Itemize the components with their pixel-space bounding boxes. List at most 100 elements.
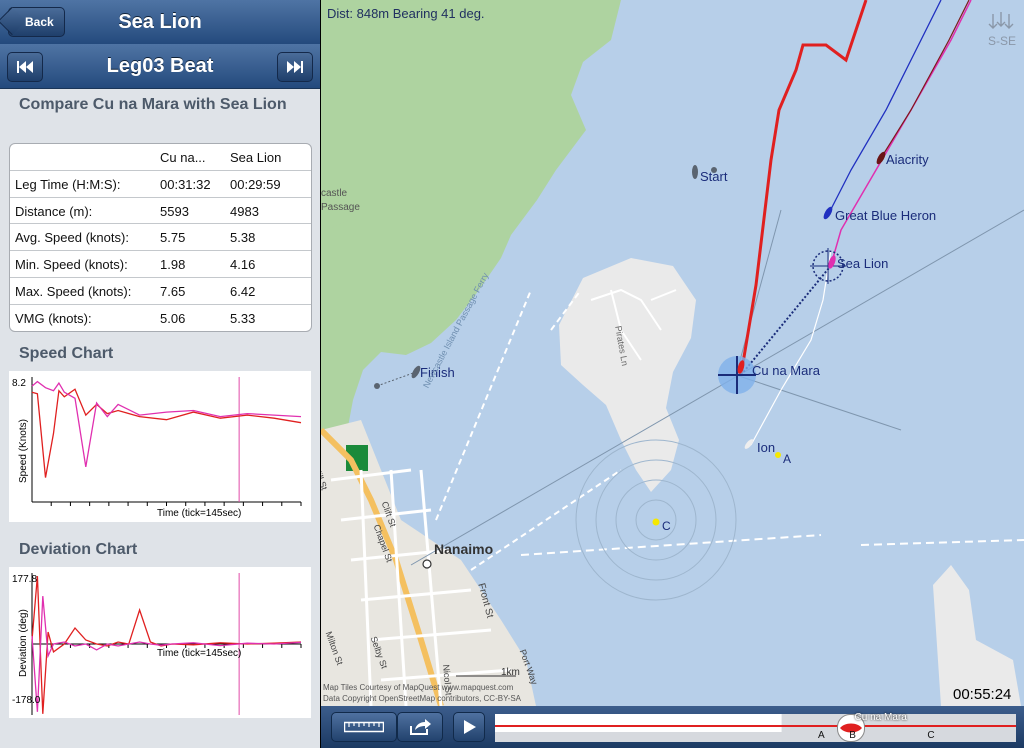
ferry-route: [520, 534, 822, 556]
table-row: Avg. Speed (knots): 5.75 5.38: [10, 224, 311, 252]
boat-icon-ion[interactable]: [743, 438, 755, 450]
deviation-chart-heading: Deviation Chart: [19, 541, 138, 558]
stats-table: Cu na... Sea Lion Leg Time (H:M:S): 00:31…: [9, 143, 312, 332]
race-timer: 00:55:24: [953, 686, 1012, 703]
previous-leg-button[interactable]: [7, 52, 43, 82]
table-row: Distance (m): 5593 4983: [10, 198, 311, 225]
table-header-row: Cu na... Sea Lion: [10, 144, 311, 171]
track-great-blue-heron: [827, 0, 942, 216]
boat-label-ion[interactable]: Ion: [757, 440, 775, 455]
timeline-boat-label: Cu na Mara: [854, 712, 907, 723]
row-value-b: 5.33: [230, 310, 256, 326]
y-max-label: 177.8: [12, 574, 37, 585]
x-axis-label: Time (tick=145sec): [157, 508, 241, 519]
skip-forward-icon: [287, 61, 303, 73]
mark-c-icon: [652, 518, 660, 526]
leg-title: Leg03 Beat: [106, 55, 214, 77]
x-axis-label: Time (tick=145sec): [157, 648, 241, 659]
row-label: Min. Speed (knots):: [15, 257, 128, 273]
table-row: Max. Speed (knots): 7.65 6.42: [10, 278, 311, 305]
compare-heading: Compare Cu na Mara with Sea Lion: [19, 96, 287, 113]
row-value-a: 5.75: [160, 230, 186, 246]
row-value-b: 5.38: [230, 230, 256, 246]
city-label-nanaimo: Nanaimo: [434, 541, 494, 557]
map-credit: Map Tiles Courtesy of MapQuest www.mapqu…: [323, 683, 514, 692]
timeline-mark-b: B: [849, 730, 856, 741]
bearing-line: [740, 267, 830, 376]
row-label: VMG (knots):: [15, 310, 92, 326]
track-ion: [750, 249, 832, 446]
row-value-b: 4983: [230, 203, 259, 219]
row-value-a: 5593: [160, 203, 189, 219]
speed-chart-heading: Speed Chart: [19, 345, 114, 362]
map-canvas: [321, 0, 1024, 706]
leg-nav-bar: Leg03 Beat: [0, 44, 320, 89]
boat-label-aiacrity[interactable]: Aiacrity: [886, 152, 929, 167]
ruler-icon: [344, 721, 384, 733]
series-line-sea-lion: [31, 380, 302, 468]
boat-label-great-blue-heron[interactable]: Great Blue Heron: [835, 208, 936, 223]
table-row: VMG (knots): 5.06 5.33: [10, 305, 311, 331]
share-button[interactable]: [397, 712, 443, 742]
table-row: Min. Speed (knots): 1.98 4.16: [10, 251, 311, 278]
layline: [735, 209, 782, 376]
timeline-mark-c: C: [927, 730, 935, 741]
title-bar: Sea Lion Back: [0, 0, 320, 45]
column-header: Cu na...: [160, 150, 206, 165]
row-label: Avg. Speed (knots):: [15, 230, 129, 246]
wind-arrows-icon: [988, 12, 1014, 29]
playback-toolbar: Cu na Mara A B C: [321, 706, 1024, 748]
timeline-track: [495, 714, 1016, 732]
ferry-route: [470, 469, 622, 571]
mark-label-a: A: [783, 452, 792, 466]
layline: [735, 374, 902, 431]
timeline-scrubber[interactable]: Cu na Mara A B C: [495, 712, 1016, 742]
back-label: Back: [25, 15, 54, 29]
wind-direction-label: S-SE: [988, 34, 1017, 48]
map-credit: Data Copyright OpenStreetMap contributor…: [323, 694, 522, 703]
play-icon: [464, 720, 476, 734]
play-button[interactable]: [453, 712, 485, 742]
speed-chart: 8.2 Speed (Knots) Time (tick=145sec): [9, 371, 311, 522]
row-value-b: 4.16: [230, 257, 256, 273]
row-value-a: 1.98: [160, 257, 186, 273]
timeline-progress: [495, 714, 782, 732]
y-min-label: -178.0: [12, 695, 41, 706]
y-axis-label: Speed (Knots): [18, 419, 29, 483]
finish-line: [376, 371, 417, 387]
timeline-mark-a: A: [818, 730, 825, 741]
next-leg-button[interactable]: [277, 52, 313, 82]
row-value-a: 00:31:32: [160, 176, 211, 192]
boat-label-cu-na-mara[interactable]: Cu na Mara: [752, 363, 820, 378]
series-line-cu-na-mara: [31, 388, 302, 478]
side-panel: Sea Lion Back Leg03 Beat Compare Cu na M…: [0, 0, 320, 748]
row-label: Max. Speed (knots):: [15, 283, 132, 299]
row-value-a: 7.65: [160, 283, 186, 299]
deviation-chart: 177.8 -178.0 Deviation (deg) Time (tick=…: [9, 567, 311, 718]
share-icon: [410, 719, 431, 735]
ferry-route: [860, 539, 1024, 546]
distance-bearing-readout: Dist: 848m Bearing 41 deg.: [327, 6, 485, 21]
boat-label-sea-lion[interactable]: Sea Lion: [837, 256, 888, 271]
course-line: [410, 209, 1024, 566]
scale-label: 1km: [501, 667, 520, 678]
boat-icon-start[interactable]: [692, 165, 698, 179]
back-button[interactable]: Back: [8, 7, 65, 37]
column-header: Sea Lion: [230, 150, 282, 165]
table-row: Leg Time (H:M:S): 00:31:32 00:29:59: [10, 171, 311, 198]
ruler-button[interactable]: [331, 712, 397, 742]
mark-label-c: C: [662, 519, 671, 533]
y-axis-label: Deviation (deg): [18, 609, 29, 677]
row-value-b: 6.42: [230, 283, 256, 299]
mark-a-icon: [775, 452, 781, 458]
race-map[interactable]: Dist: 848m Bearing 41 deg. S-SE Start Fi…: [321, 0, 1024, 706]
row-value-b: 00:29:59: [230, 176, 281, 192]
right-island: [933, 565, 1021, 706]
track-cu-na-mara: [739, 0, 868, 376]
row-label: Leg Time (H:M:S):: [15, 176, 121, 192]
row-value-a: 5.06: [160, 310, 186, 326]
row-label: Distance (m):: [15, 203, 93, 219]
boat-label-start[interactable]: Start: [700, 169, 727, 184]
speed-chart-svg: 8.2 Speed (Knots) Time (tick=145sec): [12, 377, 302, 519]
track-aiacrity: [880, 0, 970, 159]
